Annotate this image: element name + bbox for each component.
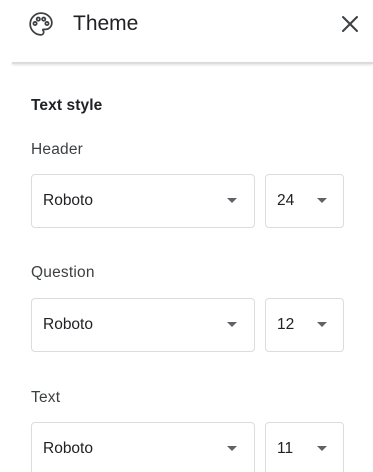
question-size-select[interactable]: 12 (265, 298, 344, 352)
header-font-value: Roboto (43, 192, 93, 209)
text-font-select[interactable]: Roboto (31, 422, 255, 472)
text-size-select[interactable]: 11 (265, 422, 344, 472)
text-style-label: Text (31, 389, 61, 406)
dropdown-arrow-icon (317, 322, 327, 327)
text-font-value: Roboto (43, 440, 93, 457)
text-size-value: 11 (277, 440, 294, 457)
close-icon[interactable] (335, 9, 365, 39)
header-divider (12, 62, 373, 64)
dropdown-arrow-icon (227, 198, 237, 203)
header-size-select[interactable]: 24 (265, 174, 344, 228)
header-size-value: 24 (277, 192, 295, 209)
panel-header: Theme (0, 0, 373, 62)
header-style-label: Header (31, 141, 84, 158)
dropdown-arrow-icon (227, 322, 237, 327)
header-font-select[interactable]: Roboto (31, 174, 255, 228)
dropdown-arrow-icon (317, 446, 327, 451)
dropdown-arrow-icon (227, 446, 237, 451)
panel-title: Theme (73, 12, 139, 35)
question-style-label: Question (31, 264, 95, 281)
section-title-text-style: Text style (31, 97, 103, 114)
question-font-value: Roboto (43, 316, 93, 333)
question-size-value: 12 (277, 316, 295, 333)
question-font-select[interactable]: Roboto (31, 298, 255, 352)
dropdown-arrow-icon (317, 198, 327, 203)
theme-panel: Theme Text style Header Roboto 24 Questi… (0, 0, 373, 472)
palette-icon (29, 12, 53, 36)
